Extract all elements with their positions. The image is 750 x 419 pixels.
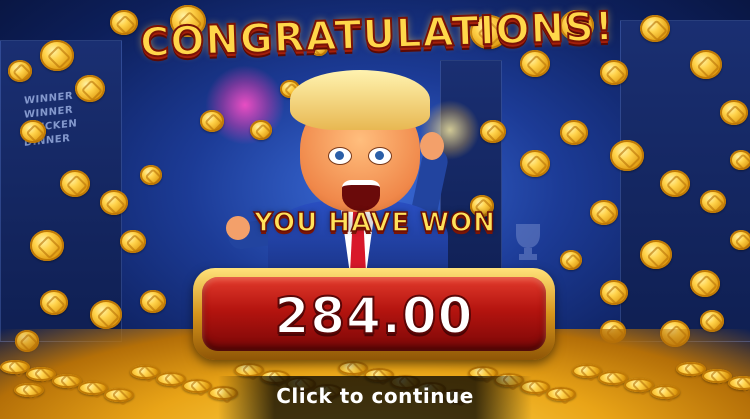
coin-icon	[90, 300, 122, 329]
coin-icon	[30, 230, 64, 261]
coin-icon	[8, 60, 32, 82]
coin-icon	[600, 280, 628, 306]
coin-icon	[40, 40, 74, 71]
coin-icon	[110, 10, 138, 36]
coin-icon	[120, 230, 146, 254]
win-screen[interactable]: WINNER WINNER CHICKEN DINNER CONGRATULAT…	[0, 0, 750, 419]
coin-icon	[104, 388, 134, 402]
coin-icon	[140, 165, 162, 185]
coin-icon	[60, 170, 90, 197]
coin-icon	[520, 50, 550, 77]
coin-icon	[560, 250, 582, 270]
character-hair	[290, 70, 430, 130]
coin-icon	[520, 150, 550, 177]
character-eye-left	[328, 147, 352, 165]
character-mouth	[342, 180, 380, 211]
coin-icon	[640, 15, 670, 42]
character-hand-right	[420, 132, 444, 160]
win-amount-inner: 284.00	[202, 277, 546, 351]
coin-icon	[720, 100, 748, 126]
coin-icon	[690, 50, 722, 79]
coin-icon	[75, 75, 105, 102]
cartoon-character	[226, 70, 468, 290]
click-to-continue-button[interactable]: Click to continue	[218, 376, 532, 419]
coin-icon	[730, 230, 750, 250]
coin-icon	[600, 60, 628, 86]
coin-icon	[140, 290, 166, 314]
coin-icon	[40, 290, 68, 316]
character-eye-right	[368, 147, 392, 165]
coin-icon	[610, 140, 644, 171]
coin-icon	[200, 110, 224, 132]
coin-icon	[590, 200, 618, 226]
coin-icon	[480, 120, 506, 144]
coin-icon	[730, 150, 750, 170]
win-amount-panel: 284.00	[193, 268, 555, 360]
coin-icon	[728, 376, 750, 390]
coin-icon	[640, 240, 672, 269]
click-to-continue-label: Click to continue	[276, 384, 474, 408]
coin-icon	[660, 170, 690, 197]
coin-icon	[546, 387, 576, 401]
you-have-won-label: YOU HAVE WON	[253, 207, 496, 239]
coin-icon	[690, 270, 720, 297]
coin-icon	[650, 385, 680, 399]
coin-icon	[100, 190, 128, 216]
win-amount-value: 284.00	[274, 286, 474, 346]
coin-icon	[560, 120, 588, 146]
coin-icon	[14, 383, 44, 397]
